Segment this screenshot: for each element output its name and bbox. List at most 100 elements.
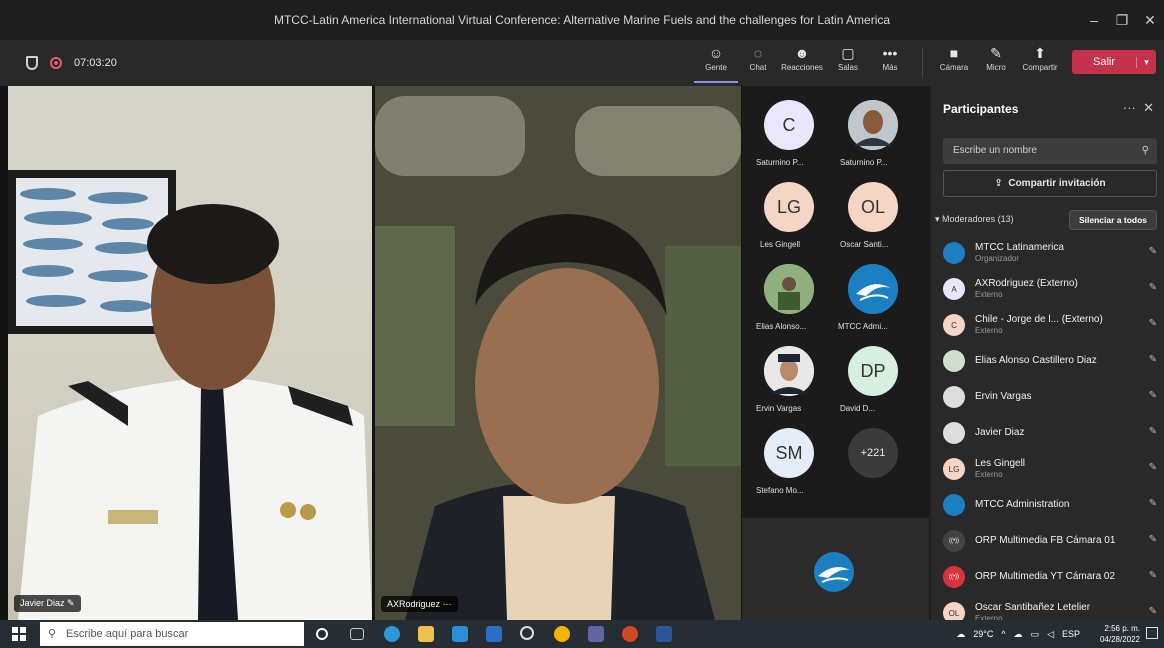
video-tile-left[interactable]: Javier Diaz ✎ [8,86,372,620]
chevron-up-icon[interactable]: ^ [1001,629,1005,639]
taskbar-search-placeholder: Escribe aquí para buscar [66,628,189,640]
video-tile-right[interactable]: AXRodriguez ··· [375,86,741,620]
recording-icon [50,57,62,69]
more-button[interactable]: ••• Más [868,43,912,83]
participant-row[interactable]: ((•)) ORP Multimedia YT Cámara 02 ✎ [943,560,1159,594]
taskbar-search-input[interactable]: ⚲ Escribe aquí para buscar [40,622,304,646]
gallery-name: Elias Alonso... [756,322,807,331]
mic-off-icon: ✎ [1148,354,1157,365]
close-icon[interactable]: ✕ [1143,100,1154,115]
chatgpt-icon[interactable] [520,626,534,640]
people-icon: ☺ [708,45,724,61]
gallery-avatar[interactable] [764,264,814,314]
camera-button[interactable]: ■ Cámara [932,43,976,83]
gallery-avatar[interactable] [764,346,814,396]
participant-row[interactable]: MTCC Latinamerica Organizador ✎ [943,236,1159,270]
task-view-icon[interactable] [350,628,364,640]
leave-button[interactable]: Salir ▾ [1072,50,1156,74]
mail-icon[interactable] [486,626,502,642]
leave-label: Salir [1092,56,1115,68]
share-label: Compartir [1022,63,1058,72]
network-icon[interactable]: ▭ [1031,629,1040,640]
participant-row[interactable]: A AXRodriguez (Externo) Externo ✎ [943,272,1159,306]
rooms-button[interactable]: ▢ Salas [826,43,870,83]
mic-off-icon: ✎ [990,45,1002,61]
gallery-avatar[interactable]: LG [764,182,814,232]
participants-panel: Participantes ··· ✕ Escribe un nombre ⚲ … [931,86,1164,624]
minimize-icon[interactable]: – [1080,0,1108,40]
participant-row[interactable]: MTCC Administration ✎ [943,488,1159,522]
clock-date: 04/28/2022 [1099,635,1140,644]
mic-off-icon: ✎ [1148,570,1157,581]
participant-subtitle: Externo [975,470,1003,479]
participant-row[interactable]: Ervin Vargas ✎ [943,380,1159,414]
teams-icon[interactable] [588,626,604,642]
volume-icon[interactable]: ◁ [1047,629,1054,640]
more-participants-avatar[interactable]: +221 [848,428,898,478]
word-icon[interactable] [656,626,672,642]
participant-row[interactable]: ((•)) ORP Multimedia FB Cámara 01 ✎ [943,524,1159,558]
people-button[interactable]: ☺ Gente [694,43,738,83]
mic-off-icon: ✎ [1148,246,1157,257]
participant-avatar [943,350,965,372]
gallery-avatar[interactable] [848,100,898,150]
search-placeholder: Escribe un nombre [953,145,1037,156]
file-explorer-icon[interactable] [418,626,434,642]
more-label: Más [882,63,898,72]
reactions-button[interactable]: ☻ Reacciones [780,43,824,83]
chrome-icon[interactable] [554,626,570,642]
close-icon[interactable]: ✕ [1136,0,1164,40]
panel-title: Participantes [943,102,1019,116]
gallery-name: David D... [840,404,876,413]
participant-row[interactable]: Elias Alonso Castillero Diaz ✎ [943,344,1159,378]
more-icon[interactable]: ··· [1123,100,1136,115]
moderators-header[interactable]: ▾ Moderadores (13) [935,214,1014,225]
participant-row[interactable]: C Chile - Jorge de l... (Externo) Externo ✎ [943,308,1159,342]
onedrive-icon[interactable]: ☁ [1014,629,1023,640]
gallery-name: Ervin Vargas [756,404,802,413]
share-button[interactable]: ⬆ Compartir [1018,43,1062,83]
mic-button[interactable]: ✎ Micro [974,43,1018,83]
store-icon[interactable] [452,626,468,642]
participant-search-input[interactable]: Escribe un nombre ⚲ [943,138,1157,164]
participant-avatar: ((•)) [943,566,965,588]
mute-all-button[interactable]: Silenciar a todos [1069,210,1157,230]
window-title: MTCC-Latin America International Virtual… [273,13,891,27]
call-timer: 07:03:20 [74,57,117,69]
gallery-avatar[interactable]: C [764,100,814,150]
gallery-avatar[interactable]: OL [848,182,898,232]
gallery-avatar[interactable] [848,264,898,314]
chat-button[interactable]: ◌ Chat [736,43,780,83]
chevron-down-icon: ▾ [935,214,940,224]
taskbar-clock[interactable]: 2:56 p. m. 04/28/2022 [1100,623,1140,645]
participant-avatar: ((•)) [943,530,965,552]
rooms-label: Salas [837,63,858,72]
participant-row[interactable]: Javier Diaz ✎ [943,416,1159,450]
notifications-icon[interactable] [1146,627,1158,639]
windows-start-icon[interactable] [12,627,26,641]
edge-icon[interactable] [384,626,400,642]
speaker-right-video [375,86,741,620]
participant-avatar: LG [943,458,965,480]
participant-row[interactable]: LG Les Gingell Externo ✎ [943,452,1159,486]
share-invitation-button[interactable]: ⇪ Compartir invitación [943,170,1157,197]
self-view-tile[interactable] [742,518,929,620]
meeting-toolbar: 07:03:20 ☺ Gente ◌ Chat ☻ Reacciones ▢ Salas… [0,40,1164,86]
cortana-icon[interactable] [316,628,328,640]
gallery-avatar[interactable]: DP [848,346,898,396]
chevron-down-icon[interactable]: ▾ [1136,56,1156,68]
left-name-text: Javier Diaz [20,598,65,608]
shield-icon [26,56,38,70]
camera-off-icon: ■ [949,45,959,61]
window-controls: – ❐ ✕ [1080,0,1164,40]
more-icon: ••• [882,45,898,61]
participant-gallery: C Saturnino P... Saturnino P... LG Les G… [742,86,929,620]
participant-avatar [943,242,965,264]
maximize-icon[interactable]: ❐ [1108,0,1136,40]
gallery-name: Stefano Mo... [756,486,804,495]
powerpoint-icon[interactable] [622,626,638,642]
gallery-avatar[interactable]: SM [764,428,814,478]
weather-icon[interactable]: ☁ [956,629,965,640]
participant-name: ORP Multimedia FB Cámara 01 [975,535,1116,546]
language-indicator[interactable]: ESP [1062,629,1080,639]
